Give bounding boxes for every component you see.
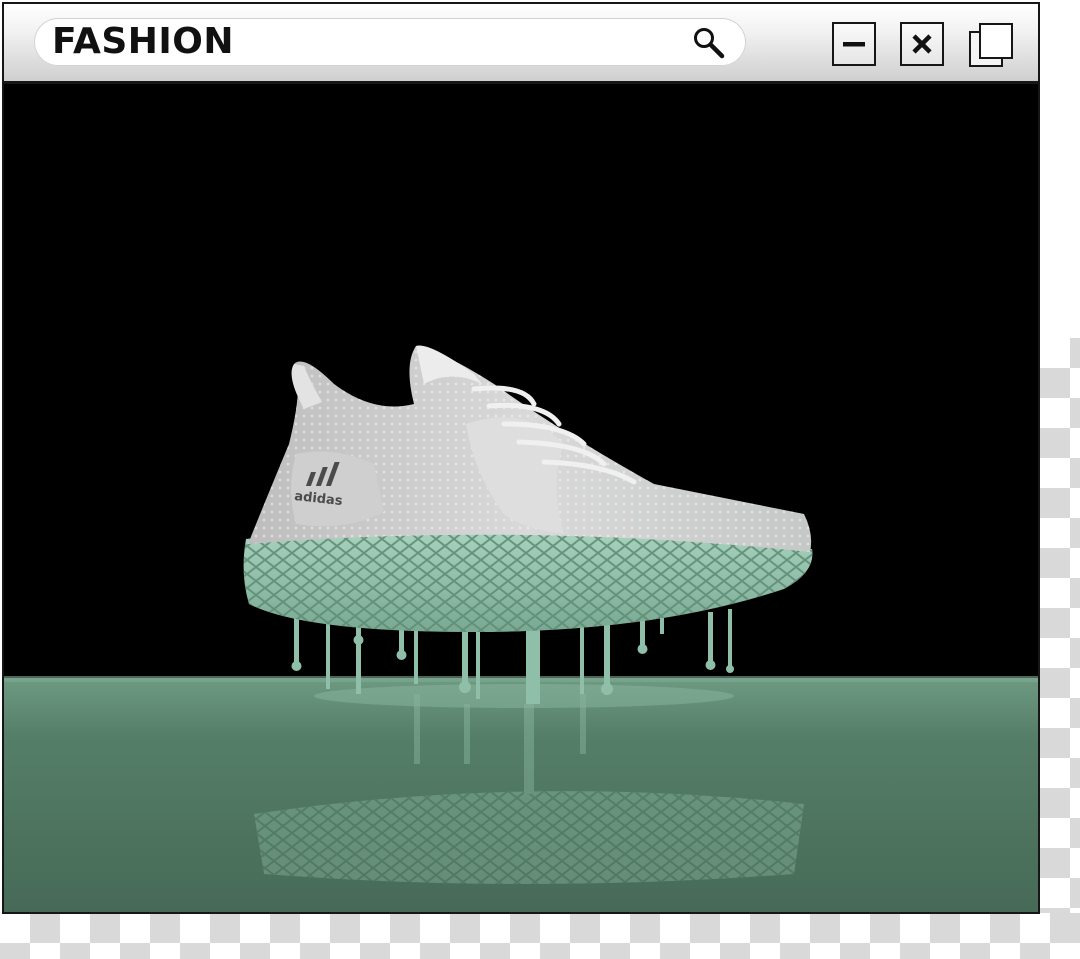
restore-button[interactable]	[968, 22, 1013, 67]
browser-window: FASHION adidas	[2, 2, 1040, 914]
search-query-text: FASHION	[52, 21, 235, 62]
product-photo: adidas	[4, 84, 1038, 912]
restore-icon	[969, 23, 1013, 67]
minimize-icon	[843, 42, 865, 47]
minimize-button[interactable]	[832, 22, 876, 66]
transparency-checker-right	[1040, 338, 1080, 959]
magnifier-icon[interactable]	[692, 26, 726, 60]
close-icon	[912, 34, 932, 54]
title-bar: FASHION	[4, 4, 1038, 84]
transparency-checker-bottom	[0, 913, 1080, 959]
sneaker-photo-scene: adidas	[4, 84, 1038, 912]
close-button[interactable]	[900, 22, 944, 66]
search-bar[interactable]: FASHION	[34, 18, 746, 66]
